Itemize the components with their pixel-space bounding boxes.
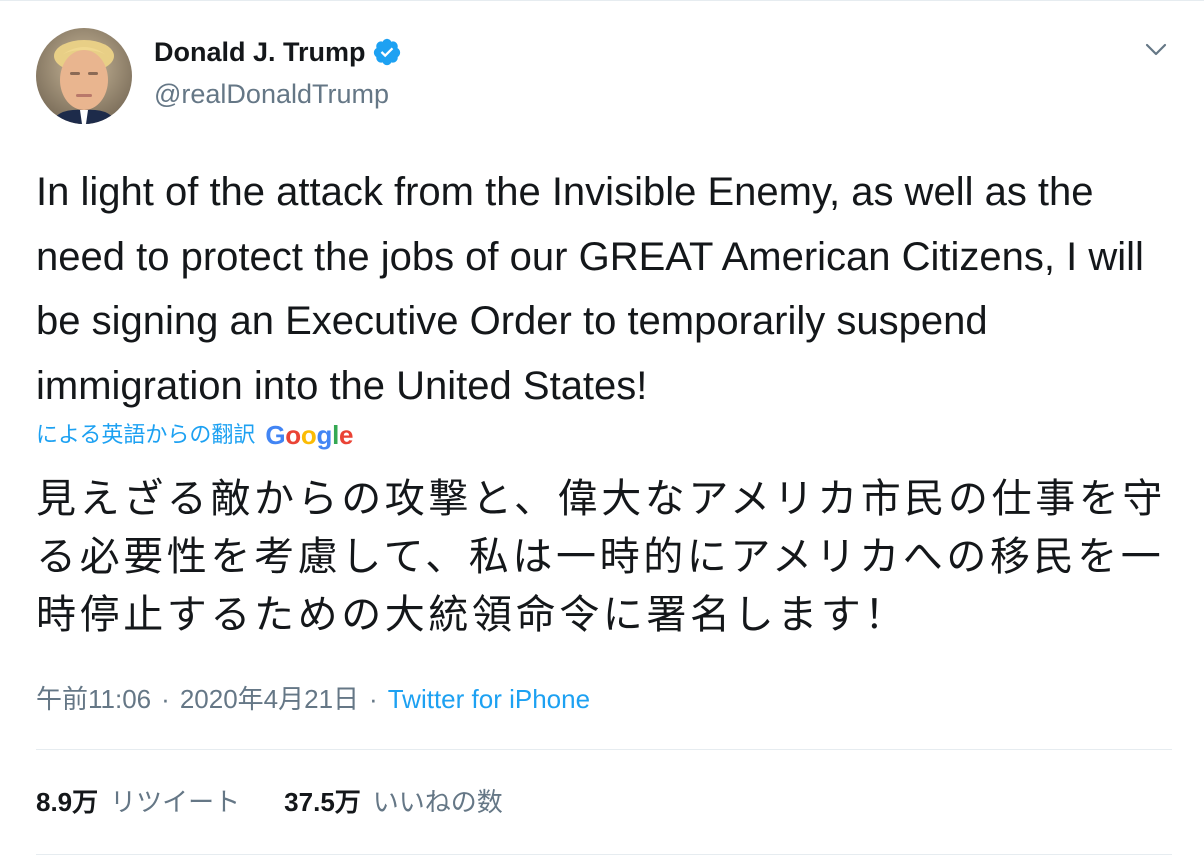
tweet-text: In light of the attack from the Invisibl… <box>36 170 1144 408</box>
verified-badge-icon <box>373 38 400 66</box>
retweets-stat[interactable]: 8.9万 リツイート <box>36 786 240 818</box>
tweet-time[interactable]: 午前11:06 <box>36 683 151 715</box>
stats-divider <box>36 854 1172 855</box>
translation-attribution: による英語からの翻訳 Google <box>36 420 353 450</box>
chevron-down-icon[interactable] <box>1141 34 1171 64</box>
top-divider <box>0 0 1204 1</box>
tweet-date[interactable]: 2020年4月21日 <box>180 683 359 715</box>
likes-stat[interactable]: 37.5万 いいねの数 <box>284 786 503 818</box>
meta-separator: · <box>369 684 378 714</box>
google-logo: Google <box>265 420 354 450</box>
meta-divider <box>36 749 1172 750</box>
avatar[interactable] <box>36 28 132 124</box>
tweet-card: Donald J. Trump @realDonaldTrump In ligh… <box>0 0 1204 862</box>
likes-label: いいねの数 <box>372 787 503 817</box>
retweets-count: 8.9万 <box>36 787 99 817</box>
profile-photo-icon <box>36 28 132 124</box>
author-name-row[interactable]: Donald J. Trump <box>154 36 402 68</box>
meta-separator: · <box>161 684 170 714</box>
translation-label[interactable]: による英語からの翻訳 <box>36 420 255 450</box>
author-handle[interactable]: @realDonaldTrump <box>154 78 389 110</box>
tweet-meta: 午前11:06 · 2020年4月21日 · Twitter for iPhon… <box>36 683 590 715</box>
translated-text: 見えざる敵からの攻撃と、偉大なアメリカ市民の仕事を守る必要性を考慮して、私は一時… <box>36 477 1166 637</box>
author-name[interactable]: Donald J. Trump <box>154 36 366 68</box>
tweet-stats: 8.9万 リツイート 37.5万 いいねの数 <box>36 786 503 818</box>
retweets-label: リツイート <box>110 787 241 817</box>
tweet-source-link[interactable]: Twitter for iPhone <box>388 683 590 715</box>
likes-count: 37.5万 <box>284 787 361 817</box>
